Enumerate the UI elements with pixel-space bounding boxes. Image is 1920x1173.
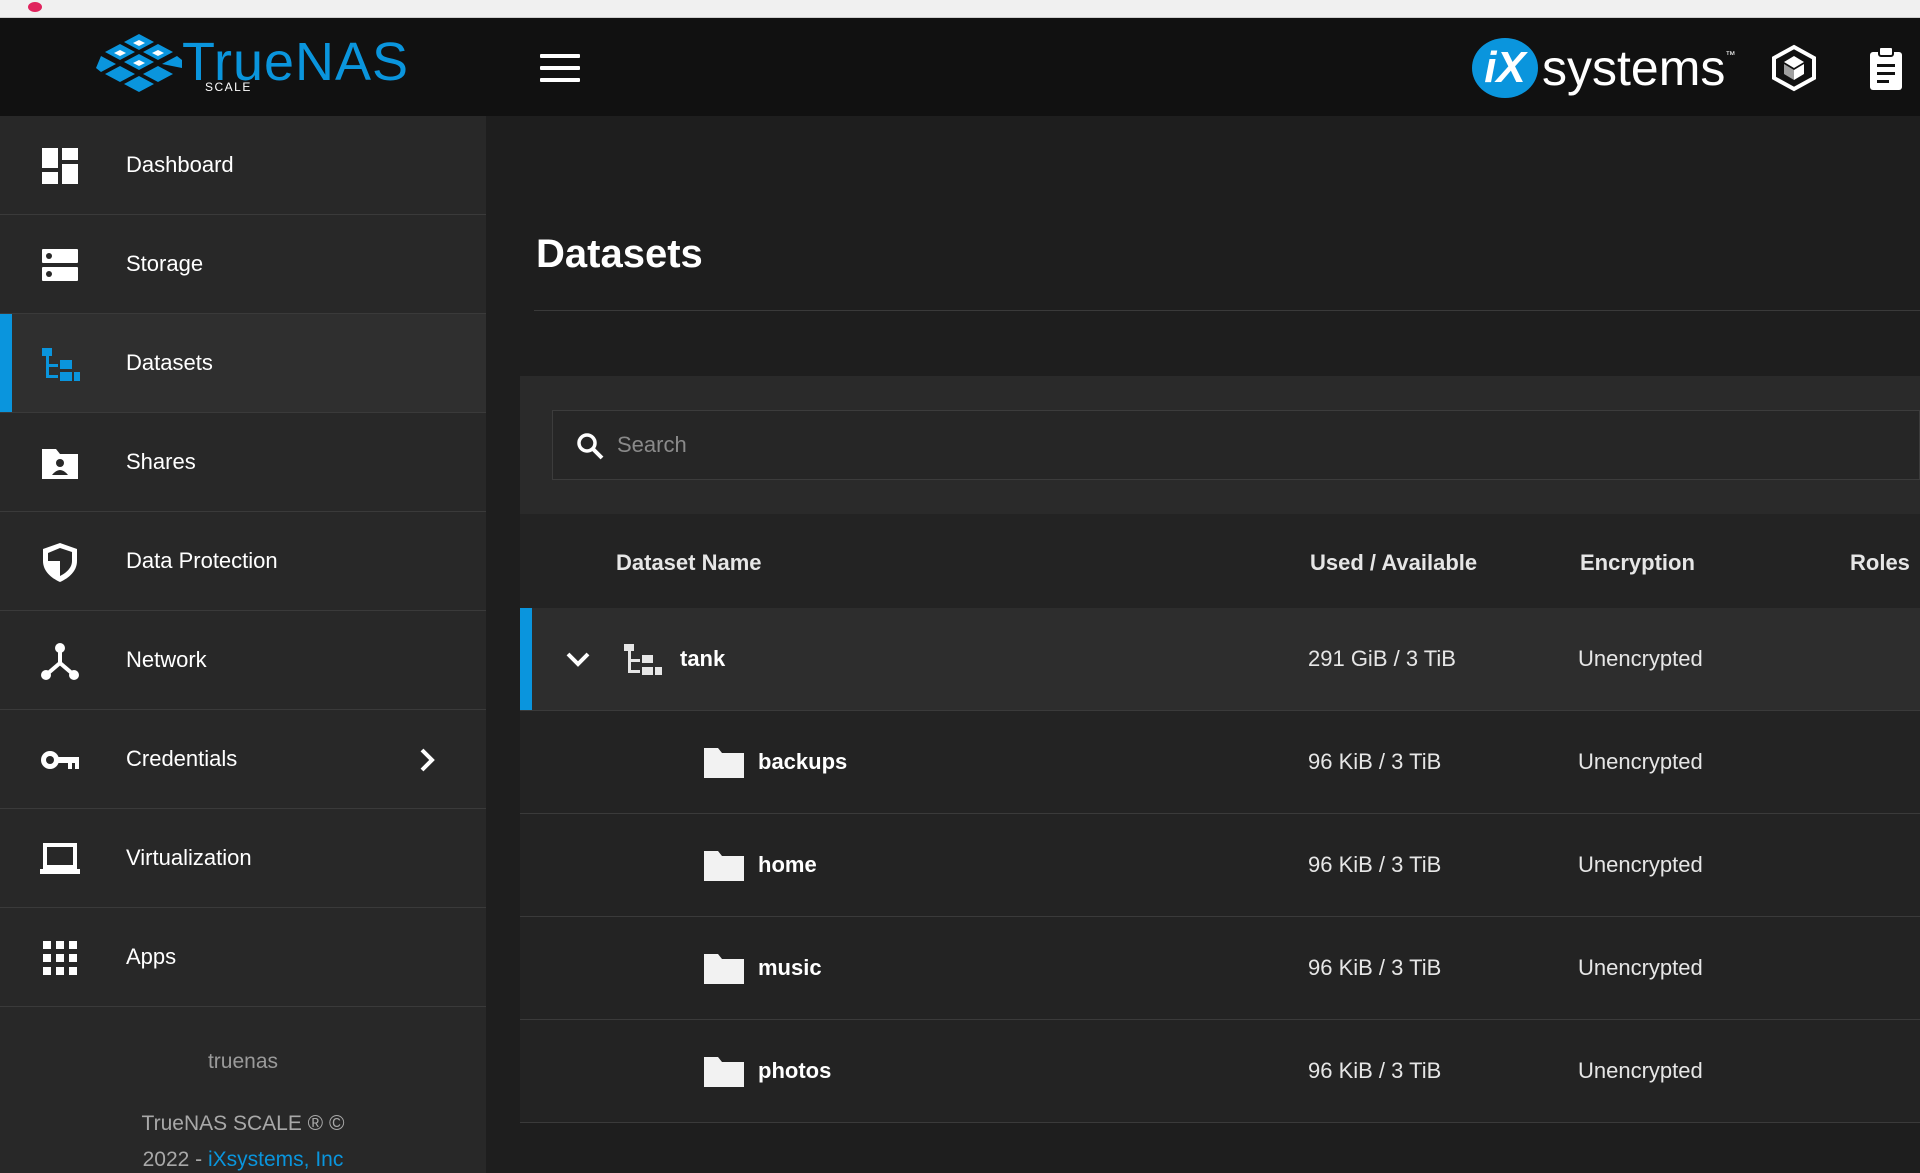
main-content: Datasets Dataset Name Used / Available E… [486, 116, 1920, 1173]
truenas-logo[interactable]: TrueNAS [96, 32, 409, 92]
vendor-name: systems [1542, 40, 1726, 96]
dataset-encryption: Unencrypted [1578, 955, 1703, 980]
sidebar-item-apps[interactable]: Apps [0, 908, 486, 1007]
dataset-name: photos [758, 1058, 832, 1083]
menu-toggle-button[interactable] [540, 54, 580, 84]
sidebar-item-label: Virtualization [126, 845, 252, 870]
sidebar-item-storage[interactable]: Storage [0, 215, 486, 314]
brand-edition: SCALE [205, 80, 252, 94]
sidebar-item-shares[interactable]: Shares [0, 413, 486, 512]
search-input[interactable] [617, 421, 1897, 469]
dataset-encryption: Unencrypted [1578, 646, 1703, 671]
dataset-name: tank [680, 646, 726, 671]
pool-icon [624, 644, 662, 675]
column-header-used[interactable]: Used / Available [1310, 550, 1477, 576]
sidebar-item-label: Credentials [126, 746, 238, 771]
sidebar-item-label: Network [126, 647, 207, 672]
folder-icon [704, 954, 744, 984]
title-divider [534, 310, 1920, 311]
page-title: Datasets [536, 232, 703, 276]
dataset-encryption: Unencrypted [1578, 749, 1703, 774]
vendor-trademark: ™ [1725, 50, 1736, 61]
sidebar-item-label: Datasets [126, 350, 213, 375]
dataset-used: 96 KiB / 3 TiB [1308, 955, 1442, 980]
datasets-card: Dataset Name Used / Available Encryption… [520, 376, 1920, 1123]
sidebar-item-dashboard[interactable]: Dashboard [0, 116, 486, 215]
dataset-used: 291 GiB / 3 TiB [1308, 646, 1456, 671]
table-row[interactable]: music 96 KiB / 3 TiB Unencrypted [520, 917, 1920, 1020]
dataset-name: home [758, 852, 817, 877]
copyright-year: 2022 - [142, 1148, 208, 1171]
hostname: truenas [207, 1050, 279, 1073]
shield-icon [43, 543, 77, 582]
ixsystems-logo[interactable]: iX systems ™ [1472, 38, 1735, 98]
table-row[interactable]: photos 96 KiB / 3 TiB Unencrypted [520, 1020, 1920, 1123]
sidebar-item-data-protection[interactable]: Data Protection [0, 512, 486, 611]
dataset-encryption: Unencrypted [1578, 852, 1703, 877]
hamburger-icon [540, 54, 580, 58]
shares-icon [42, 449, 78, 479]
sidebar: Dashboard Storage Datasets Shares Data P… [0, 116, 486, 1173]
table-row[interactable]: backups 96 KiB / 3 TiB Unencrypted [520, 711, 1920, 814]
table-row-tank[interactable]: tank 291 GiB / 3 TiB Unencrypted [520, 608, 1920, 711]
clipboard-icon [1870, 46, 1902, 90]
sidebar-item-credentials[interactable]: Credentials [0, 710, 486, 809]
chevron-right-icon [420, 748, 435, 772]
browser-tab-icon [28, 2, 42, 12]
folder-icon [704, 851, 744, 881]
browser-toolbar-strip [0, 0, 1920, 18]
dataset-encryption: Unencrypted [1578, 1058, 1703, 1083]
truecommand-button[interactable] [1770, 44, 1818, 92]
datasets-icon [42, 348, 80, 381]
table-row[interactable]: home 96 KiB / 3 TiB Unencrypted [520, 814, 1920, 917]
datasets-table: Dataset Name Used / Available Encryption… [520, 514, 1920, 1123]
sidebar-item-network[interactable]: Network [0, 611, 486, 710]
folder-icon [704, 1057, 744, 1087]
storage-icon [42, 249, 78, 281]
sidebar-item-label: Data Protection [126, 548, 278, 573]
apps-grid-icon [43, 941, 77, 975]
ix-logo-mark: iX [1472, 38, 1538, 98]
dataset-used: 96 KiB / 3 TiB [1308, 852, 1442, 877]
top-bar: TrueNAS SCALE iX systems ™ [0, 18, 1920, 116]
sidebar-item-label: Shares [126, 449, 196, 474]
copyright: TrueNAS SCALE ® © 2022 - iXsystems, Inc [0, 1106, 486, 1173]
sidebar-item-label: Storage [126, 251, 204, 276]
chevron-down-icon[interactable] [560, 644, 596, 674]
laptop-icon [40, 843, 80, 874]
dataset-used: 96 KiB / 3 TiB [1308, 1058, 1442, 1083]
search-box[interactable] [552, 410, 1920, 480]
dataset-name: backups [758, 749, 848, 774]
dataset-name: music [758, 955, 822, 980]
folder-icon [704, 748, 744, 778]
dashboard-icon [42, 148, 78, 184]
sidebar-item-label: Dashboard [126, 152, 234, 177]
sidebar-item-virtualization[interactable]: Virtualization [0, 809, 486, 908]
sidebar-item-label: Apps [126, 944, 177, 969]
ixsystems-link[interactable]: iXsystems, Inc [208, 1148, 343, 1171]
search-icon [577, 433, 604, 460]
column-header-name[interactable]: Dataset Name [616, 550, 762, 576]
tasks-button[interactable] [1862, 44, 1910, 92]
truecommand-icon [1772, 44, 1816, 92]
table-header: Dataset Name Used / Available Encryption… [520, 514, 1920, 608]
network-icon [41, 643, 79, 680]
copyright-line-1: TrueNAS SCALE ® © [141, 1112, 345, 1135]
sidebar-item-datasets[interactable]: Datasets [0, 314, 486, 413]
column-header-roles[interactable]: Roles [1850, 550, 1910, 576]
key-icon [41, 751, 79, 769]
dataset-used: 96 KiB / 3 TiB [1308, 749, 1442, 774]
column-header-encryption[interactable]: Encryption [1580, 550, 1695, 576]
truenas-logo-icon [96, 34, 182, 92]
